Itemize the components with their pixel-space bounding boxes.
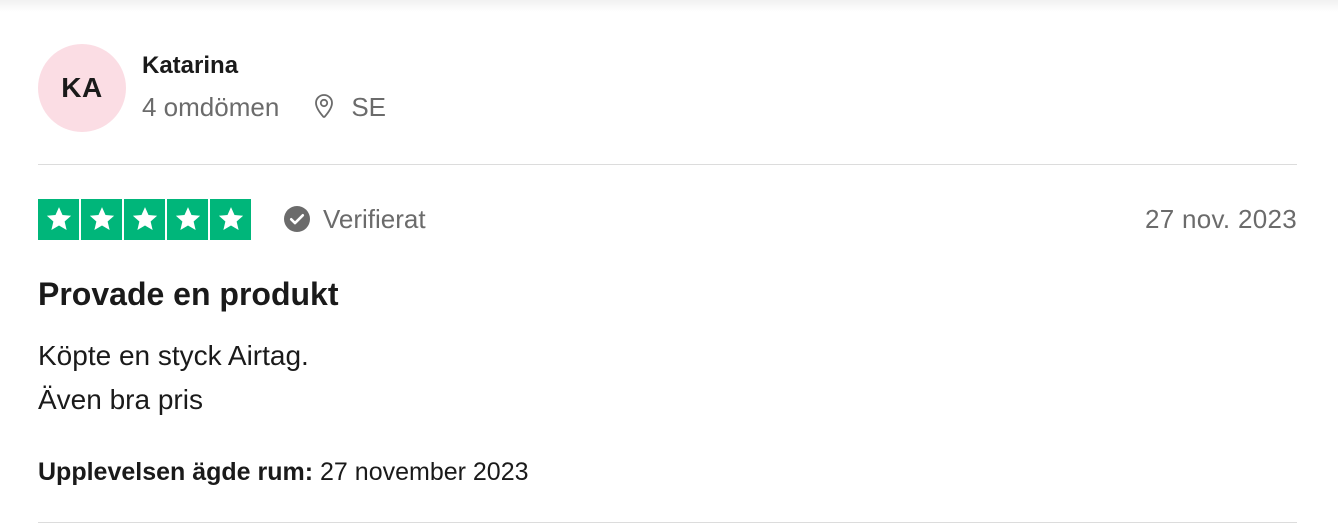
star-icon [124,198,165,240]
star-rating [38,198,251,240]
avatar[interactable]: KA [38,44,126,132]
review-body-line: Köpte en styck Airtag. [38,340,309,371]
review-title[interactable]: Provade en produkt [38,274,339,314]
map-pin-icon [315,94,334,118]
star-icon [38,198,79,240]
experience-date: Upplevelsen ägde rum: 27 november 2023 [38,456,529,488]
star-icon [167,198,208,240]
reviews-count: 4 omdömen [142,92,280,122]
consumer-name[interactable]: Katarina [142,52,386,80]
verified-label: Verifierat [323,203,426,234]
consumer-meta: 4 omdömen SE [142,92,386,122]
check-circle-icon [284,206,310,232]
rating-row: Verifierat 27 nov. 2023 [38,198,1297,240]
consumer-header: KA Katarina 4 omdömen SE [38,44,386,132]
divider [38,522,1297,523]
experience-label: Upplevelsen ägde rum: [38,458,314,486]
review-card: KA Katarina 4 omdömen SE Verifierat 27 n… [38,0,1297,524]
consumer-info: Katarina 4 omdömen SE [142,44,386,122]
star-icon [81,198,122,240]
consumer-country: SE [351,92,386,122]
star-icon [210,198,251,240]
review-body: Köpte en styck Airtag. Även bra pris [38,334,309,422]
review-body-line: Även bra pris [38,384,203,415]
experience-value: 27 november 2023 [320,458,529,486]
verified-badge[interactable]: Verifierat [283,204,426,235]
divider [38,164,1297,165]
consumer-location: SE [311,92,386,122]
review-date: 27 nov. 2023 [1144,203,1297,234]
